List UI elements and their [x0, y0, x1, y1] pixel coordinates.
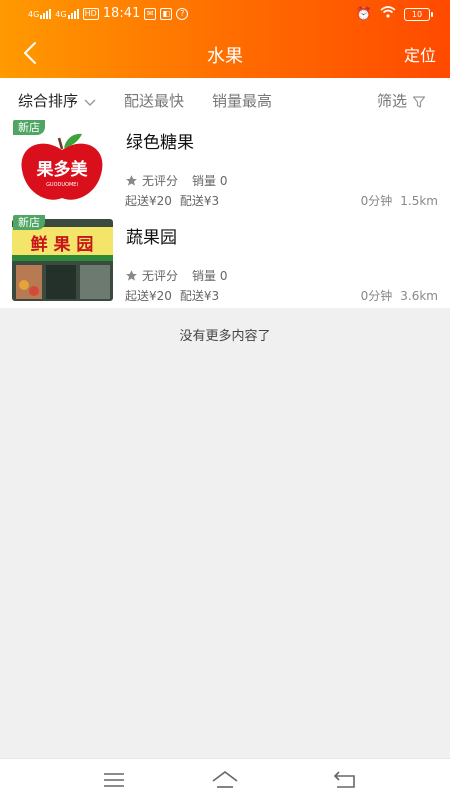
home-icon: [212, 771, 238, 788]
shop-name: 蔬果园: [126, 228, 177, 248]
signal-icon: 4G: [28, 8, 52, 19]
shop-logo-subtext: GUODUOMEI: [46, 182, 78, 188]
shop-sign-text: 鲜 果 园: [31, 234, 94, 255]
help-icon: ?: [176, 7, 189, 20]
shop-sales: 销量 0: [192, 269, 228, 283]
home-button[interactable]: [210, 767, 240, 793]
new-store-badge: 新店: [13, 215, 45, 230]
sort-comprehensive-label: 综合排序: [18, 92, 79, 110]
shop-delivery-time: 0分钟: [360, 194, 393, 208]
clock: 18:41: [102, 6, 141, 21]
network-type-2: 4G: [55, 9, 67, 19]
shop-rating: 无评分: [142, 174, 179, 188]
shop-fees: 起送¥20 配送¥3: [125, 287, 219, 304]
funnel-icon: [412, 95, 425, 108]
shop-distance: 1.5km: [400, 194, 438, 208]
shop-logo-text: 果多美: [37, 159, 89, 180]
alarm-icon: ⏰: [355, 6, 372, 22]
shop-delivery-fee: 配送¥3: [179, 194, 220, 208]
app-icon: ◧: [160, 7, 173, 20]
filter-button[interactable]: 筛选: [377, 90, 426, 111]
mail-icon: ✉: [144, 7, 157, 20]
shop-delivery-fee: 配送¥3: [179, 289, 220, 303]
star-icon: [126, 270, 137, 281]
filter-label: 筛选: [377, 92, 408, 110]
status-bar: 4G 4G HD 18:41 ✉ ◧ ? ⏰ 10: [0, 0, 450, 28]
shop-logo: 果多美 GUODUOMEI: [12, 124, 113, 206]
shop-rating: 无评分: [142, 269, 179, 283]
shop-rating-row: 无评分 销量 0: [125, 267, 227, 284]
header: 4G 4G HD 18:41 ✉ ◧ ? ⏰ 10 水果 定位: [0, 0, 450, 78]
shop-photo: 鲜 果 园: [12, 219, 113, 301]
shop-distance: 3.6km: [400, 289, 438, 303]
title-bar: 水果 定位: [0, 28, 450, 78]
back-nav-button[interactable]: [330, 767, 360, 793]
network-type-1: 4G: [28, 9, 40, 19]
wifi-icon: [380, 6, 396, 22]
star-icon: [126, 175, 137, 186]
battery-icon: 10: [404, 7, 433, 21]
shop-item[interactable]: 新店 果多美 GUODUOMEI 绿色糖果 无评分 销量 0 起送¥20 配送¥3…: [0, 118, 450, 213]
end-of-list-text: 没有更多内容了: [179, 329, 271, 344]
shop-rating-row: 无评分 销量 0: [125, 172, 227, 189]
sort-comprehensive[interactable]: 综合排序: [18, 90, 97, 111]
shop-item[interactable]: 新店 鲜 果 园 蔬果园 无评分 销量 0 起送¥20 配送¥3 0分钟 3.6…: [0, 213, 450, 308]
shop-delivery-time: 0分钟: [360, 289, 393, 303]
shop-distance-info: 0分钟 1.5km: [361, 192, 438, 209]
sort-fastest-delivery[interactable]: 配送最快: [124, 90, 184, 111]
page-title: 水果: [207, 46, 243, 67]
locate-button[interactable]: 定位: [404, 42, 436, 66]
shop-min-order: 起送¥20: [125, 194, 172, 208]
shop-name: 绿色糖果: [126, 133, 194, 153]
shop-fees: 起送¥20 配送¥3: [125, 192, 219, 209]
filter-bar: 综合排序 配送最快 销量最高 筛选: [0, 78, 450, 118]
shop-distance-info: 0分钟 3.6km: [361, 287, 438, 304]
menu-icon: [104, 773, 124, 787]
menu-button[interactable]: [99, 767, 129, 793]
sort-top-sales[interactable]: 销量最高: [212, 90, 272, 111]
system-nav-bar: [0, 758, 450, 801]
shop-sales: 销量 0: [192, 174, 228, 188]
chevron-down-icon: [84, 99, 96, 106]
shop-list: 新店 果多美 GUODUOMEI 绿色糖果 无评分 销量 0 起送¥20 配送¥3…: [0, 118, 450, 308]
shop-min-order: 起送¥20: [125, 289, 172, 303]
signal-icon-2: 4G: [55, 8, 79, 19]
new-store-badge: 新店: [13, 120, 45, 135]
hd-badge: HD: [82, 7, 99, 20]
return-icon: [333, 771, 355, 788]
